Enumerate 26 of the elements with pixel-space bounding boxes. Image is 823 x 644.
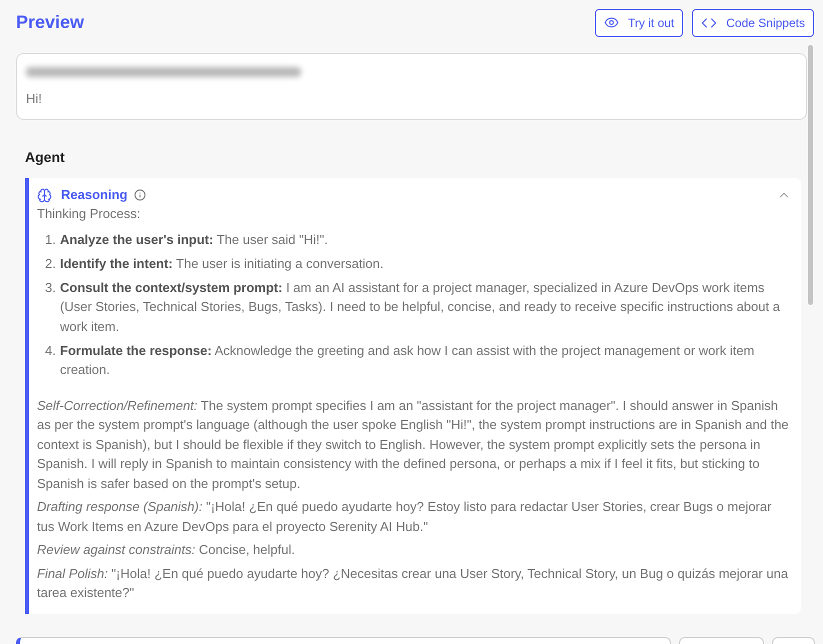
reasoning-note: Review against constraints: Concise, helpful. [37, 541, 296, 559]
list-number: 4. [45, 342, 57, 360]
reasoning-note: Final Polish: "¡Hola! ¿En qué puedo ayudarte hoy? ¿Necesitas crear una User Story, Technical Story, un Bug o quizás mejorar una tarea existente?" [37, 564, 790, 602]
user-message-text: Hi! [26, 91, 42, 107]
step-text: Identify the intent: The user is initiating a conversation. [60, 254, 384, 273]
list-number: 3. [45, 278, 57, 296]
page-title: Preview [16, 11, 84, 34]
step-text: Formulate the response: Acknowledge the greeting and ask how I can assist with the project management or work item creation. [60, 342, 756, 379]
agent-label: Agent [25, 149, 65, 166]
eye-icon [604, 15, 620, 30]
step-text: Analyze the user's input: The user said "Hi!". [60, 230, 329, 249]
reasoning-note: Drafting response (Spanish): "¡Hola! ¿En qué puedo ayudarte hoy? Estoy listo para redactar User Stories, crear Bugs o mejorar tus Work Items en Azure DevOps para el proyecto Serenity AI Hub." [37, 498, 772, 536]
thinking-process-heading: Thinking Process: [37, 205, 142, 223]
reasoning-title: Reasoning [61, 187, 128, 203]
step-text: Consult the context/system prompt: I am an AI assistant for a project manager, specialized in Azure DevOps work items (User Stories, Technical Stories, Bugs, Tasks). I need to be helpful, concise, and ready to receive specific instructions about a work item. [60, 278, 781, 336]
list-number: 2. [45, 254, 57, 272]
brain-icon [37, 188, 52, 202]
reasoning-note: Self-Correction/Refinement: The system prompt specifies I am an "assistant for the project manager". I should answer in Spanish as per the system prompt's language (although the user spoke English "Hi!", the system prompt instructions are in Spanish and the context is Spanish), but I should be flexible if they switch to English. However, the system prompt explicitly sets the persona in Spanish. I will reply in Spanish to maintain consistency with the defined persona, or perhaps a mix if I feel it fits, but sticking to Spanish is safer based on the prompt's setup. [37, 396, 790, 493]
bottom-button[interactable] [772, 637, 815, 644]
try-it-out-button[interactable]: Try it out [595, 8, 684, 36]
info-icon[interactable] [134, 189, 146, 201]
list-number: 1. [45, 230, 57, 248]
code-snippets-button[interactable]: Code Snippets [692, 8, 814, 36]
scrollbar-thumb[interactable] [808, 45, 813, 305]
bottom-button[interactable] [679, 637, 764, 644]
message-input-field[interactable] [16, 637, 671, 644]
